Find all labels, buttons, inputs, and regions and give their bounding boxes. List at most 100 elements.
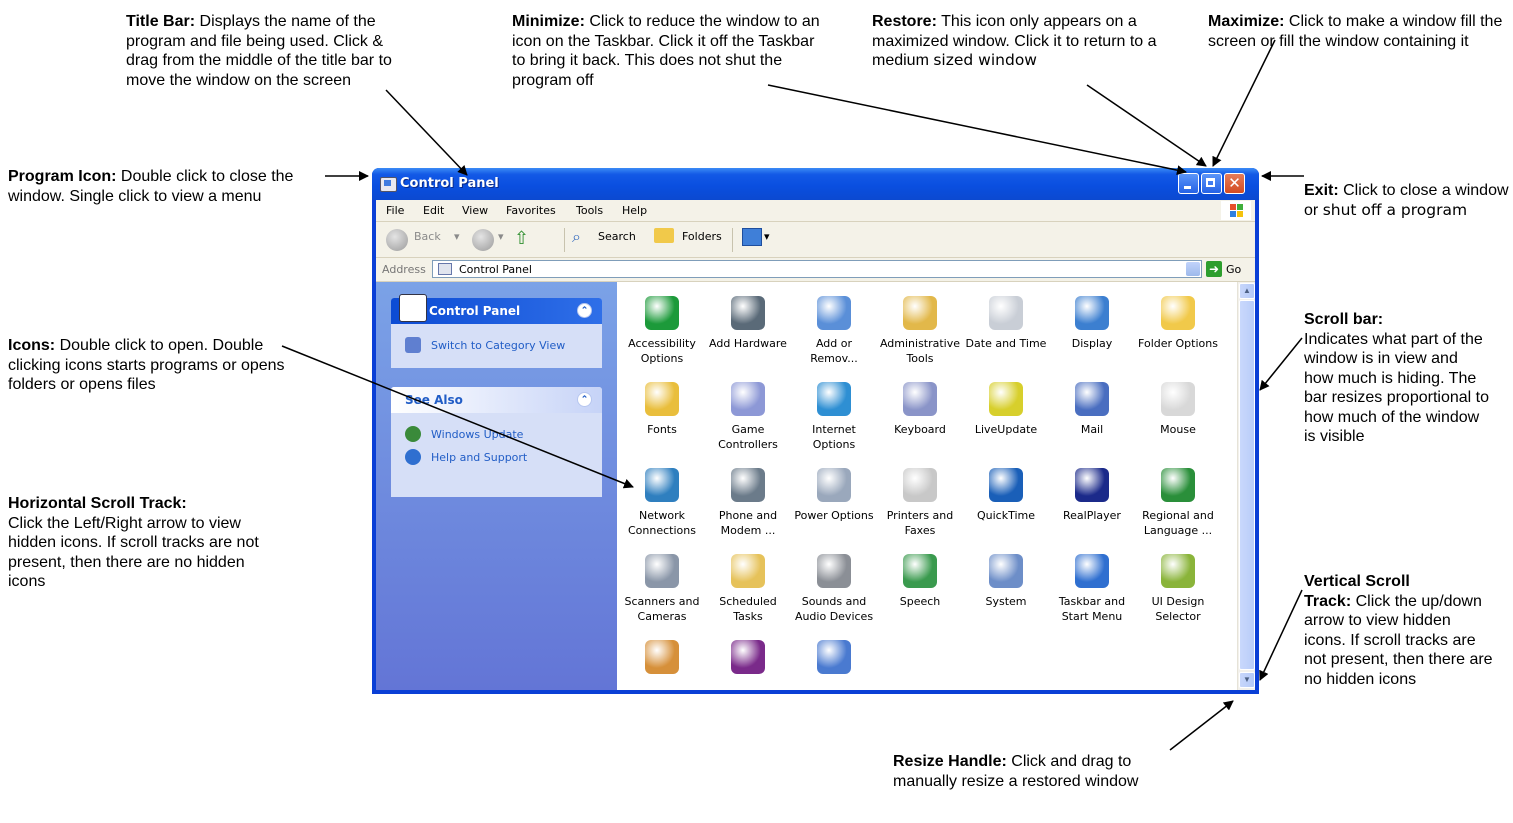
scroll-thumb[interactable] (1239, 300, 1255, 670)
menu-file[interactable]: File (386, 204, 404, 217)
menu-tools[interactable]: Tools (576, 204, 603, 217)
close-button[interactable]: ✕ (1224, 173, 1245, 194)
control-panel-item[interactable]: Mail (1049, 382, 1135, 437)
control-panel-item[interactable]: Accessibility Options (619, 296, 705, 366)
control-panel-item[interactable]: Keyboard (877, 382, 963, 437)
see-also-title: See Also (405, 393, 463, 407)
search-button[interactable]: Search (598, 230, 636, 243)
arrow-scroll-bar (1259, 337, 1303, 391)
control-panel-window: Control Panel ✕ File Edit View Favorites… (372, 168, 1259, 694)
control-panel-item[interactable]: RealPlayer (1049, 468, 1135, 523)
annotation-exit: Exit: Click to close a window or shut of… (1304, 181, 1509, 220)
forward-dropdown-icon[interactable]: ▾ (498, 230, 504, 243)
annotation-resize-handle: Resize Handle: Click and drag to manuall… (893, 752, 1193, 791)
control-panel-item[interactable]: LiveUpdate (963, 382, 1049, 437)
help-support-link[interactable]: Help and Support (431, 451, 527, 464)
menu-view[interactable]: View (462, 204, 488, 217)
control-panel-item-label: Phone and Modem ... (718, 509, 778, 537)
close-icon: ✕ (1228, 174, 1241, 192)
annotation-horizontal-scroll: Horizontal Scroll Track: Click the Left/… (8, 494, 278, 592)
wireless-network-icon (817, 640, 851, 674)
scheduled-tasks-icon (731, 554, 765, 588)
control-panel-item[interactable]: Power Options (791, 468, 877, 523)
folders-icon[interactable] (654, 228, 674, 243)
views-dropdown-icon[interactable]: ▾ (764, 230, 770, 243)
arrow-title-bar (385, 89, 468, 176)
control-panel-item[interactable]: QuickTime (963, 468, 1049, 523)
system-icon (989, 554, 1023, 588)
control-panel-item[interactable]: Add Hardware (705, 296, 791, 351)
control-panel-item[interactable]: Scheduled Tasks (705, 554, 791, 624)
control-panel-item[interactable]: Scanners and Cameras (619, 554, 705, 624)
control-panel-panel-header[interactable]: Control Panel ⌃ (391, 294, 602, 324)
windows-update-icon (405, 426, 421, 442)
up-folder-icon[interactable]: ⇧ (514, 228, 529, 249)
control-panel-item-label: Taskbar and Start Menu (1058, 595, 1126, 623)
views-icon[interactable] (742, 228, 762, 246)
address-dropdown-icon[interactable] (1186, 262, 1200, 276)
scroll-down-button[interactable]: ▼ (1239, 672, 1255, 688)
control-panel-item-label: LiveUpdate (974, 423, 1038, 436)
go-arrow-icon[interactable]: ➜ (1206, 261, 1222, 277)
window-client-area: File Edit View Favorites Tools Help Back… (376, 200, 1255, 690)
switch-category-view-link[interactable]: Switch to Category View (431, 339, 565, 352)
address-label: Address (382, 263, 426, 276)
control-panel-item[interactable]: UI Design Selector (1135, 554, 1221, 624)
control-panel-item[interactable]: System (963, 554, 1049, 609)
control-panel-item[interactable] (619, 640, 705, 680)
control-panel-item[interactable]: Internet Options (791, 382, 877, 452)
folders-button[interactable]: Folders (682, 230, 722, 243)
title-bar[interactable]: Control Panel ✕ (372, 168, 1259, 200)
toolbar-separator (732, 228, 733, 252)
arrow-maximize (1212, 39, 1276, 167)
control-panel-item[interactable]: Display (1049, 296, 1135, 351)
scroll-up-button[interactable]: ▲ (1239, 283, 1255, 299)
collapse-chevron-icon[interactable]: ⌃ (577, 303, 592, 318)
forward-button[interactable] (472, 229, 494, 251)
program-icon[interactable] (380, 177, 397, 192)
control-panel-item-label: System (985, 595, 1027, 608)
control-panel-item[interactable]: Speech (877, 554, 963, 609)
control-panel-item-label: Mail (1080, 423, 1104, 436)
control-panel-item[interactable]: Phone and Modem ... (705, 468, 791, 538)
maximize-button[interactable] (1201, 173, 1222, 194)
control-panel-item-label: Display (1071, 337, 1113, 350)
control-panel-item[interactable]: Taskbar and Start Menu (1049, 554, 1135, 624)
control-panel-item[interactable]: Date and Time (963, 296, 1049, 351)
annotation-minimize: Minimize: Click to reduce the window to … (512, 12, 822, 90)
control-panel-item[interactable]: Sounds and Audio Devices (791, 554, 877, 624)
annotation-heading: Vertical Scroll (1304, 573, 1410, 590)
address-field[interactable]: Control Panel (432, 260, 1202, 278)
search-icon[interactable]: ⌕ (572, 227, 581, 247)
control-panel-item[interactable] (705, 640, 791, 680)
control-panel-item[interactable]: Mouse (1135, 382, 1221, 437)
minimize-button[interactable] (1178, 173, 1199, 194)
control-panel-item-label: Add Hardware (709, 337, 787, 350)
control-panel-item[interactable]: Printers and Faxes (877, 468, 963, 538)
control-panel-item[interactable]: Add or Remov... (791, 296, 877, 366)
toolbar-separator (564, 228, 565, 252)
realplayer-icon (1075, 468, 1109, 502)
menu-edit[interactable]: Edit (423, 204, 444, 217)
annotation-heading-2: Track: (1304, 592, 1352, 610)
menu-favorites[interactable]: Favorites (506, 204, 556, 217)
collapse-chevron-icon[interactable]: ⌃ (577, 392, 592, 407)
control-panel-item[interactable]: Game Controllers (705, 382, 791, 452)
display-icon (1075, 296, 1109, 330)
control-panel-item[interactable]: Fonts (619, 382, 705, 437)
control-panel-item[interactable]: Network Connections (619, 468, 705, 538)
internet-options-icon (817, 382, 851, 416)
control-panel-item[interactable] (791, 640, 877, 680)
menu-help[interactable]: Help (622, 204, 647, 217)
control-panel-item[interactable]: Regional and Language ... (1135, 468, 1221, 538)
see-also-panel-header[interactable]: See Also ⌃ (391, 387, 602, 413)
back-button[interactable]: Back (414, 230, 441, 243)
vertical-scrollbar[interactable]: ▲ ▼ (1237, 282, 1255, 690)
control-panel-item[interactable]: Administrative Tools (877, 296, 963, 366)
windows-update-link[interactable]: Windows Update (431, 428, 523, 441)
go-button[interactable]: Go (1226, 263, 1241, 276)
back-arrow-icon[interactable] (386, 229, 408, 251)
control-panel-item[interactable]: Folder Options (1135, 296, 1221, 351)
annotation-program-icon: Program Icon: Double click to close the … (8, 167, 298, 206)
back-dropdown-icon[interactable]: ▾ (454, 230, 460, 243)
